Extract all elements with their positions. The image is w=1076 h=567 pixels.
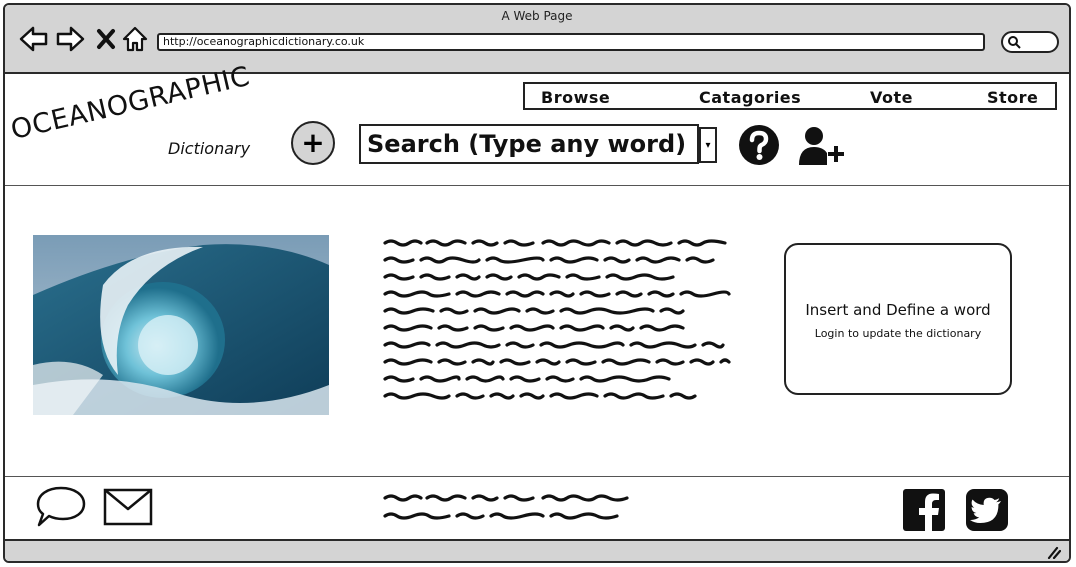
resize-grip-icon[interactable] (1045, 545, 1061, 559)
stop-button[interactable] (95, 25, 117, 53)
search-input[interactable] (359, 124, 699, 164)
status-bar (5, 539, 1069, 561)
forward-button[interactable] (55, 25, 85, 53)
nav-vote[interactable]: Vote (870, 88, 913, 107)
arrow-left-icon (19, 26, 48, 52)
footer-text-placeholder (383, 494, 629, 520)
nav-categories[interactable]: Catagories (699, 88, 801, 107)
header-divider (5, 185, 1069, 186)
address-bar[interactable]: http://oceanographicdictionary.co.uk (157, 33, 985, 51)
browser-window: A Web Page http://oceanographicdictionar… (3, 3, 1071, 563)
facebook-icon (903, 489, 945, 531)
footer-divider (5, 476, 1069, 477)
register-button[interactable] (798, 125, 848, 167)
body-text-placeholder (383, 239, 731, 400)
facebook-button[interactable] (903, 489, 945, 535)
user-plus-icon (799, 127, 844, 165)
help-button[interactable] (738, 124, 780, 166)
logo-subtitle: Dictionary (168, 139, 251, 158)
home-button[interactable] (121, 25, 149, 53)
insert-word-panel[interactable]: Insert and Define a word Login to update… (784, 243, 1012, 395)
chat-button[interactable] (35, 485, 87, 533)
ocean-wave-image (33, 235, 329, 415)
arrow-right-icon (56, 26, 85, 52)
main-navigation: Browse Catagories Vote Store (523, 82, 1057, 110)
speech-bubble-icon (36, 486, 86, 527)
home-icon (122, 26, 148, 52)
envelope-icon (103, 488, 153, 526)
question-circle-icon (739, 125, 779, 165)
nav-browse[interactable]: Browse (541, 88, 610, 107)
browser-chrome: A Web Page http://oceanographicdictionar… (5, 5, 1069, 74)
x-icon (97, 29, 115, 49)
browser-search-field[interactable] (1001, 31, 1059, 53)
magnifier-icon (1008, 36, 1021, 49)
twitter-button[interactable] (966, 489, 1008, 535)
twitter-icon (966, 489, 1008, 531)
window-title: A Web Page (501, 9, 573, 23)
search-combobox: ▾ (359, 124, 717, 164)
login-hint[interactable]: Login to update the dictionary (786, 327, 1010, 340)
chevron-down-icon: ▾ (705, 139, 711, 151)
add-word-button[interactable]: + (291, 121, 335, 165)
email-button[interactable] (103, 487, 153, 531)
back-button[interactable] (19, 25, 49, 53)
search-dropdown-button[interactable]: ▾ (699, 127, 717, 163)
insert-word-title: Insert and Define a word (805, 301, 991, 319)
nav-store[interactable]: Store (987, 88, 1038, 107)
